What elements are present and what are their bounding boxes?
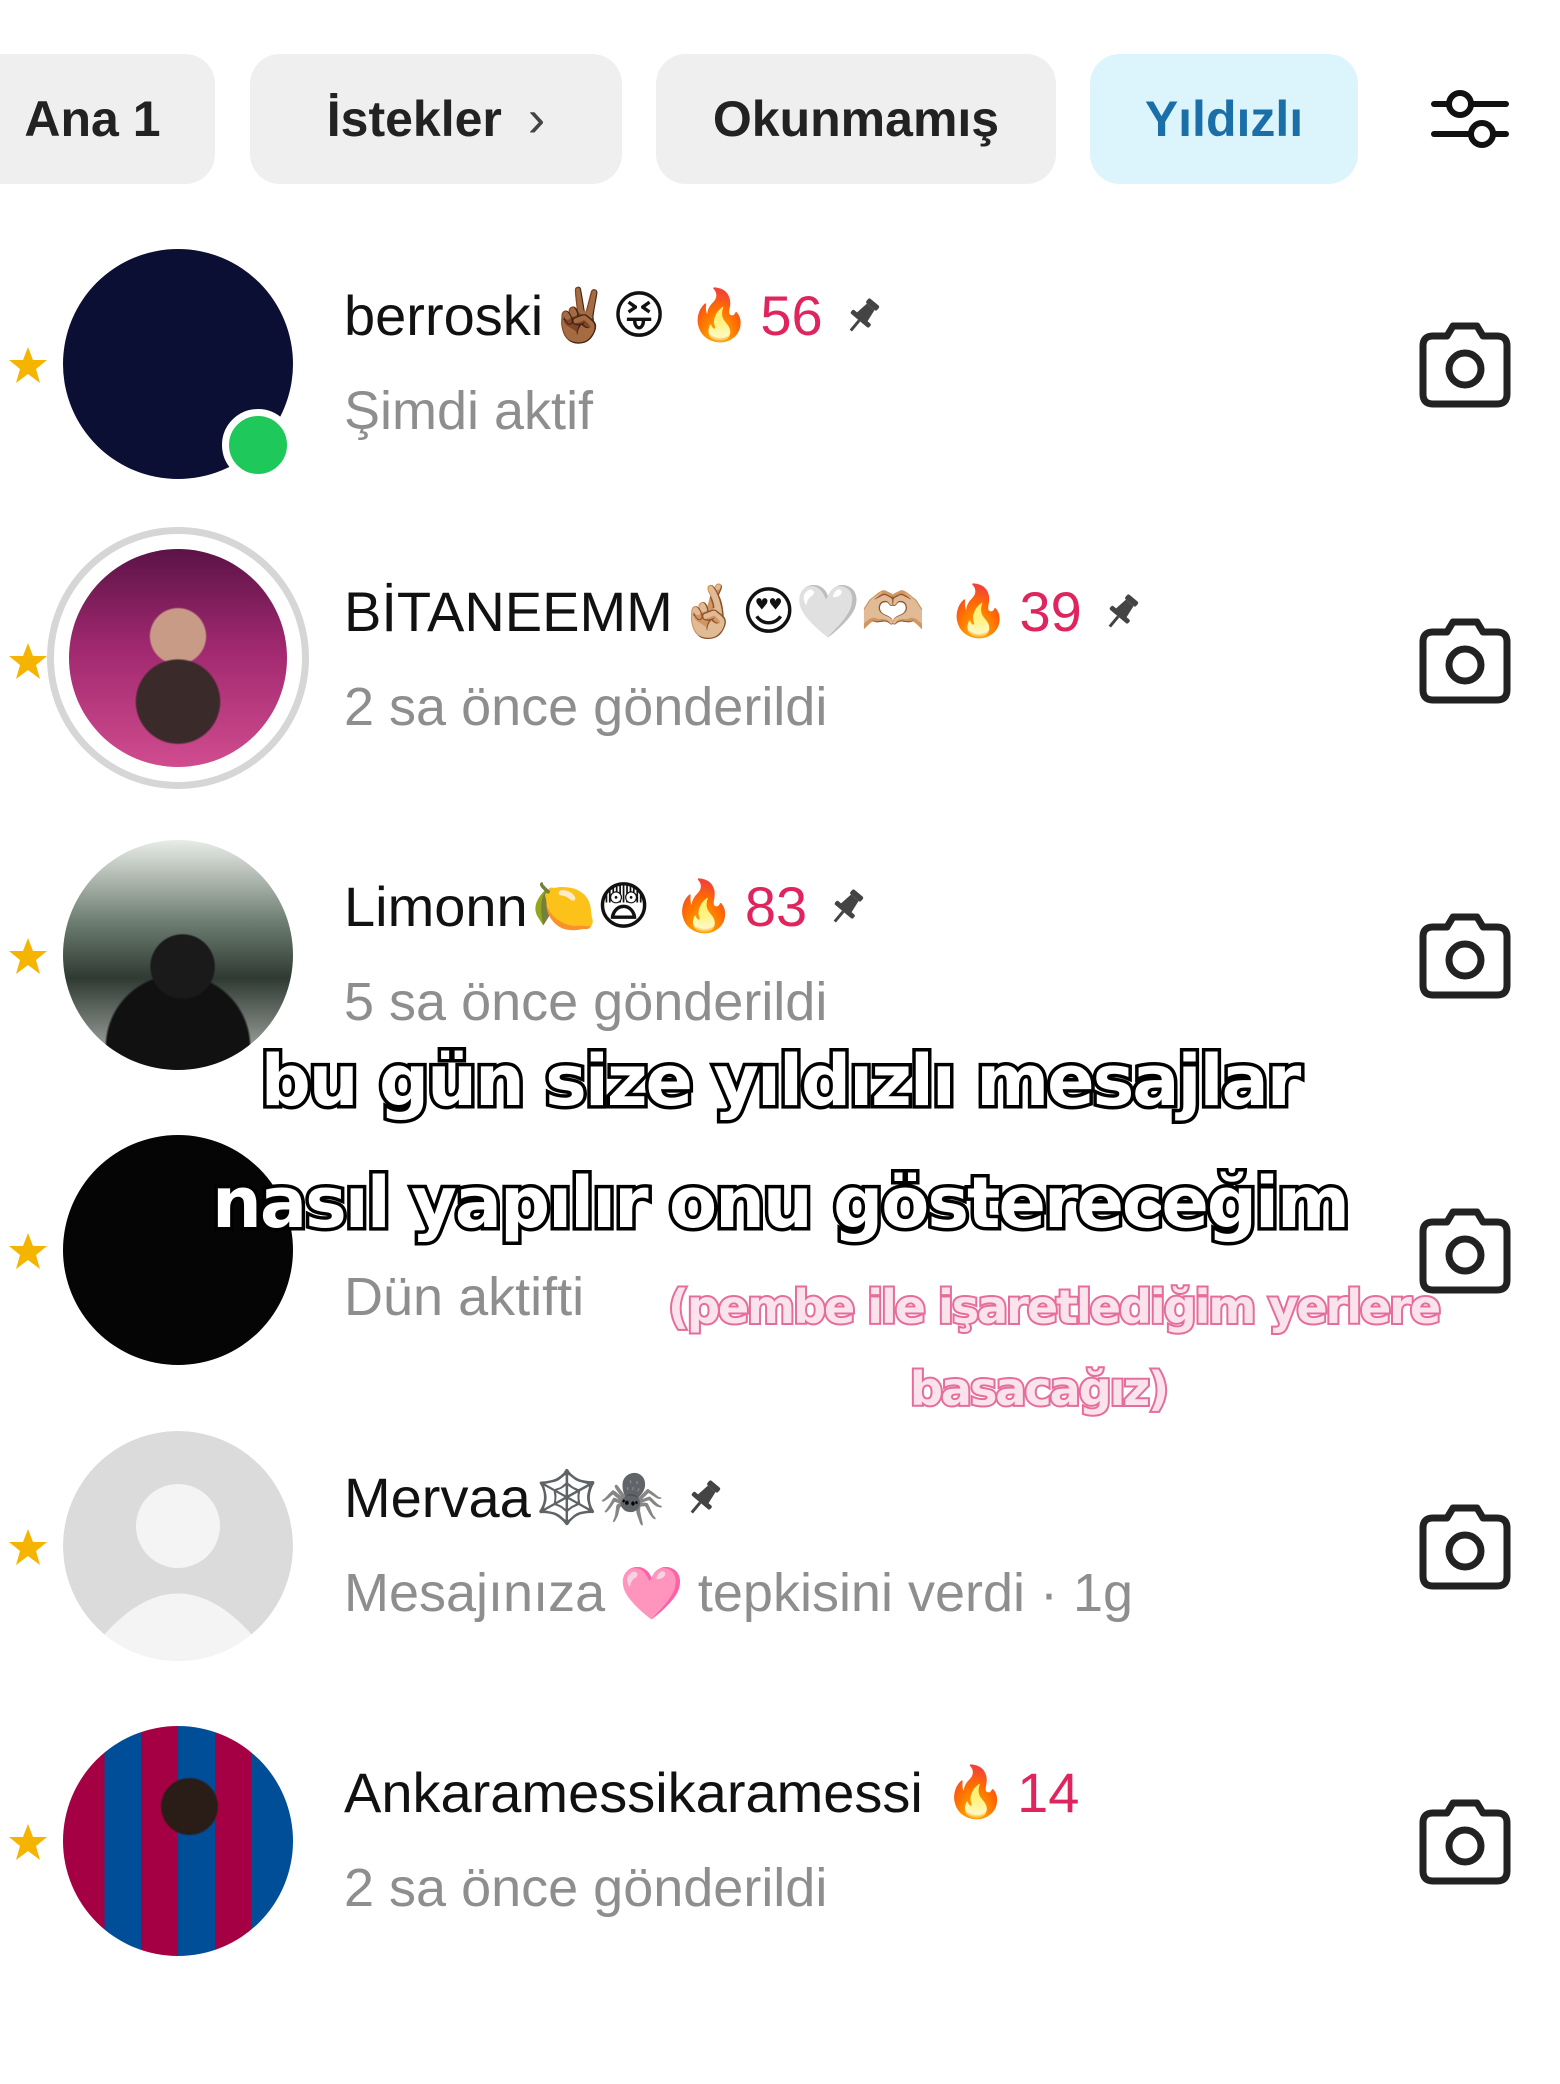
streak-count: 14 [1017, 1761, 1080, 1824]
tab-main[interactable]: Ana 1 [0, 54, 215, 184]
tab-unread[interactable]: Okunmamış [656, 54, 1056, 184]
overlay-caption-line1: bu gün size yıldızlı mesajlar [257, 1037, 1305, 1126]
name-emojis: 🤞🏼😍🤍🫶🏼 [676, 583, 926, 641]
pin-icon [833, 889, 864, 923]
conversation-row[interactable]: Mervaa 🕸️🕷️ Mesajınıza 🩷 tepkisini verdi… [0, 1429, 1560, 1669]
overlay-pink-note-line1: (pembe ile işaretlediğim yerlere [666, 1278, 1443, 1336]
camera-icon[interactable] [1415, 1502, 1515, 1592]
username: Ankaramessikaramessi [344, 1761, 923, 1824]
username: Limonn [344, 875, 528, 938]
camera-icon[interactable] [1415, 320, 1515, 410]
star-icon [9, 1824, 47, 1860]
status-text: Dün aktifti [344, 1267, 585, 1327]
streak-count: 39 [1019, 580, 1082, 643]
camera-icon[interactable] [1415, 1797, 1515, 1887]
status-suffix: tepkisini verdi · 1g [697, 1563, 1134, 1623]
username: BİTANEEMM [344, 580, 673, 643]
online-indicator [222, 409, 294, 481]
status-text: Şimdi aktif [344, 381, 594, 441]
star-icon [9, 347, 47, 383]
avatar-photo [69, 549, 287, 767]
status-text: 2 sa önce gönderildi [344, 677, 828, 737]
streak-count: 56 [760, 284, 823, 347]
pin-icon [690, 1480, 721, 1514]
fire-icon: 🔥 [672, 878, 735, 934]
username: berroski [344, 284, 544, 347]
fire-icon: 🔥 [947, 583, 1010, 639]
tab-main-label: Ana 1 [24, 91, 161, 147]
conversation-title: BİTANEEMM 🤞🏼😍🤍🫶🏼 🔥 39 [344, 579, 1144, 644]
tab-requests[interactable]: İstekler › [250, 54, 622, 184]
tab-starred[interactable]: Yıldızlı [1090, 54, 1358, 184]
username: Mervaa [344, 1466, 531, 1529]
overlay-caption-line2: nasıl yapılır onu göstereceğim [209, 1159, 1354, 1248]
conversation-row[interactable]: BİTANEEMM 🤞🏼😍🤍🫶🏼 🔥 39 2 sa önce gönderil… [0, 527, 1560, 789]
status-prefix: Mesajınıza [344, 1563, 606, 1623]
conversation-row[interactable]: Ankaramessikaramessi 🔥 14 2 sa önce gönd… [0, 1724, 1560, 1964]
star-icon [9, 938, 47, 974]
overlay-pink-note-line2: basacağız) [908, 1360, 1171, 1418]
star-icon [9, 1529, 47, 1565]
conversation-title: berroski ✌🏾😝 🔥 56 [344, 283, 885, 348]
avatar[interactable] [63, 840, 293, 1070]
streak: 🔥 39 [947, 579, 1082, 644]
status-text: Mesajınıza 🩷 tepkisini verdi · 1g [344, 1562, 1133, 1624]
conversation-title: Limonn 🍋😨 🔥 83 [344, 874, 869, 939]
star-icon [9, 643, 47, 679]
pink-heart-icon: 🩷 [619, 1564, 684, 1623]
camera-icon[interactable] [1415, 616, 1515, 706]
camera-icon[interactable] [1415, 911, 1515, 1001]
avatar[interactable] [63, 1726, 293, 1956]
conversation-title: Ankaramessikaramessi 🔥 14 [344, 1760, 1079, 1825]
streak-count: 83 [744, 875, 808, 938]
status-text: 2 sa önce gönderildi [344, 1858, 828, 1918]
pin-icon [849, 298, 879, 332]
filter-tab-bar: Ana 1 İstekler › Okunmamış Yıldızlı [0, 54, 1560, 184]
tab-starred-label: Yıldızlı [1144, 91, 1304, 147]
default-avatar-icon[interactable] [63, 1431, 293, 1661]
name-emojis: 🍋😨 [531, 878, 651, 936]
streak: 🔥 83 [673, 874, 808, 939]
pin-icon [1108, 594, 1138, 628]
conversation-title: Mervaa 🕸️🕷️ [344, 1465, 726, 1530]
status-text: 5 sa önce gönderildi [344, 972, 828, 1032]
name-emojis: 🕸️🕷️ [534, 1469, 665, 1527]
chevron-right-icon: › [527, 90, 546, 148]
fire-icon: 🔥 [688, 287, 751, 343]
tab-requests-label: İstekler [326, 91, 502, 147]
fire-icon: 🔥 [944, 1764, 1008, 1820]
streak: 🔥 14 [945, 1760, 1080, 1825]
avatar-story-ring[interactable] [47, 527, 309, 789]
name-emojis: ✌🏾😝 [547, 287, 667, 345]
sliders-icon[interactable] [1430, 84, 1510, 154]
tab-unread-label: Okunmamış [712, 91, 1000, 147]
streak: 🔥 56 [688, 283, 823, 348]
conversation-row[interactable]: berroski ✌🏾😝 🔥 56 Şimdi aktif [0, 247, 1560, 487]
